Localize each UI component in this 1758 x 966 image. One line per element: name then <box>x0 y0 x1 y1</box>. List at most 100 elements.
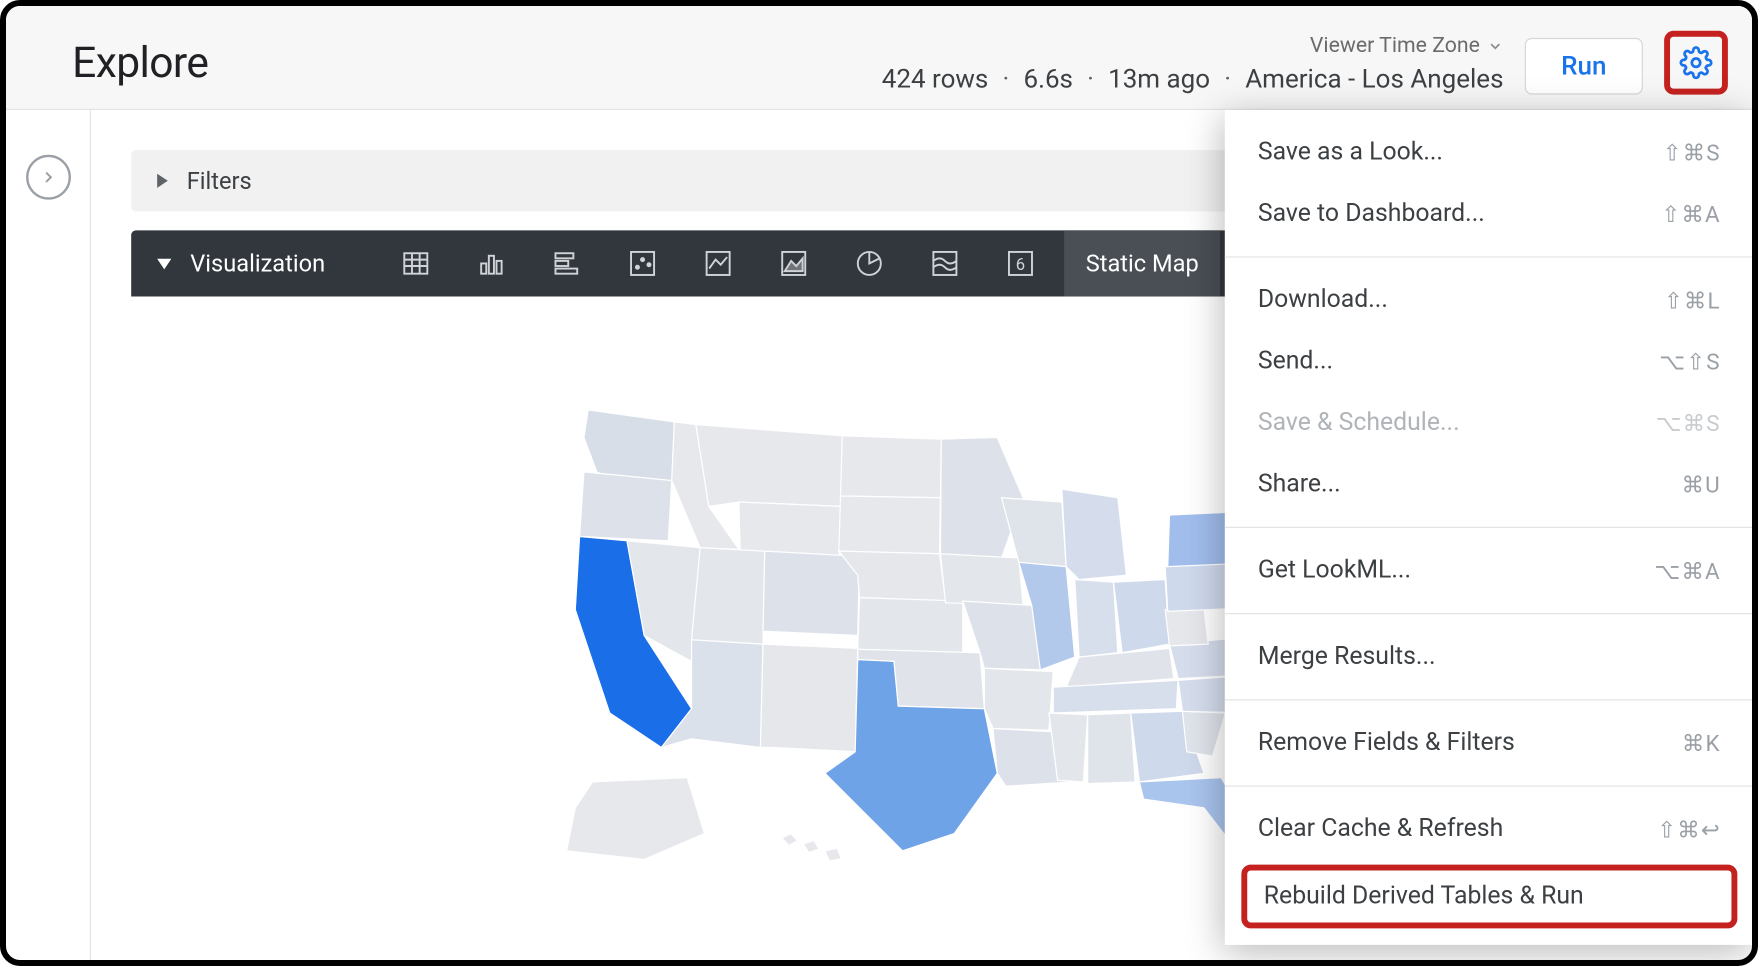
menu-item-shortcut: ⇧⌘L <box>1664 286 1721 313</box>
menu-item-label: Clear Cache & Refresh <box>1258 815 1503 843</box>
query-location: America - Los Angeles <box>1245 65 1503 95</box>
caret-down-icon <box>157 258 171 269</box>
state-oregon <box>580 472 672 541</box>
area-chart-icon <box>779 248 810 279</box>
caret-right-icon <box>157 174 168 188</box>
left-rail <box>6 110 91 963</box>
viz-selected-label: Static Map <box>1086 249 1199 277</box>
menu-item-shortcut: ⌘U <box>1681 471 1720 498</box>
chevron-right-icon <box>38 168 57 187</box>
viz-type-scatter[interactable] <box>611 230 675 296</box>
state-arkansas <box>984 669 1053 731</box>
state-south-carolina <box>1182 712 1225 757</box>
viz-type-area[interactable] <box>762 230 826 296</box>
menu-item-label: Get LookML... <box>1258 556 1411 584</box>
state-north-dakota <box>841 436 942 498</box>
expand-rail-button[interactable] <box>25 155 70 200</box>
header-meta: Viewer Time Zone 424 rows 6.6s 13m ago A… <box>882 33 1504 94</box>
state-iowa <box>940 554 1023 606</box>
menu-item-save-schedule: Save & Schedule... ⌥⌘S <box>1225 392 1754 453</box>
menu-item-merge-results[interactable]: Merge Results... <box>1225 626 1754 687</box>
menu-item-rebuild-derived-tables-run[interactable]: Rebuild Derived Tables & Run <box>1241 865 1737 929</box>
visualization-section-header[interactable]: Visualization <box>157 249 325 277</box>
menu-separator <box>1225 785 1754 786</box>
single-value-icon: 6 <box>1005 248 1036 279</box>
state-kansas <box>858 598 963 653</box>
menu-item-label: Save & Schedule... <box>1258 409 1460 437</box>
viz-type-selected-tab[interactable]: Static Map <box>1064 230 1220 296</box>
filters-label: Filters <box>187 167 252 195</box>
state-new-mexico <box>760 644 857 752</box>
menu-item-shortcut: ⌥⇧S <box>1659 348 1721 375</box>
state-minnesota <box>940 438 1023 559</box>
state-alaska <box>567 778 705 860</box>
state-ohio <box>1114 580 1170 653</box>
state-west-virginia <box>1165 608 1208 646</box>
menu-item-save-as-a-look[interactable]: Save as a Look... ⇧⌘S <box>1225 122 1754 183</box>
state-alabama <box>1088 713 1135 784</box>
menu-item-shortcut: ⌘K <box>1682 729 1721 756</box>
menu-item-share[interactable]: Share... ⌘U <box>1225 454 1754 515</box>
run-button-label: Run <box>1561 51 1606 81</box>
menu-item-shortcut: ⇧⌘↩ <box>1657 816 1721 843</box>
chevron-down-icon <box>1487 37 1504 54</box>
page-title: Explore <box>72 38 208 95</box>
state-colorado <box>763 551 859 635</box>
menu-item-label: Download... <box>1258 286 1388 314</box>
menu-item-label: Share... <box>1258 470 1341 498</box>
line-chart-icon <box>703 248 734 279</box>
gear-icon <box>1679 46 1712 79</box>
run-button[interactable]: Run <box>1525 38 1643 95</box>
menu-item-label: Rebuild Derived Tables & Run <box>1264 882 1584 910</box>
menu-item-remove-fields-filters[interactable]: Remove Fields & Filters ⌘K <box>1225 712 1754 773</box>
menu-item-label: Send... <box>1258 347 1333 375</box>
timezone-selector[interactable]: Viewer Time Zone <box>1310 33 1504 58</box>
table-icon <box>401 248 432 279</box>
viz-type-line[interactable] <box>687 230 751 296</box>
viz-type-single-value[interactable]: 6 <box>989 230 1053 296</box>
menu-item-save-to-dashboard[interactable]: Save to Dashboard... ⇧⌘A <box>1225 183 1754 244</box>
settings-gear-button[interactable] <box>1664 31 1728 95</box>
map-icon <box>930 248 961 279</box>
main-content: Filters Visualization <box>91 110 1754 963</box>
viz-type-column[interactable] <box>460 230 524 296</box>
usa-choropleth <box>515 369 1342 886</box>
timezone-label: Viewer Time Zone <box>1310 33 1480 58</box>
visualization-label: Visualization <box>190 249 325 277</box>
menu-item-get-lookml[interactable]: Get LookML...⌥⌘A <box>1225 540 1754 601</box>
menu-item-label: Merge Results... <box>1258 643 1436 671</box>
state-wisconsin <box>1002 498 1067 567</box>
state-utah <box>692 548 765 644</box>
viz-type-map[interactable] <box>913 230 977 296</box>
bar-chart-icon <box>552 248 583 279</box>
query-duration: 6.6s <box>1023 65 1072 95</box>
menu-item-shortcut: ⇧⌘S <box>1663 139 1721 166</box>
state-south-dakota <box>839 496 941 554</box>
menu-separator <box>1225 527 1754 528</box>
state-hawaii <box>782 834 841 862</box>
viz-type-pie[interactable] <box>838 230 902 296</box>
menu-separator <box>1225 256 1754 257</box>
menu-item-download[interactable]: Download... ⇧⌘L <box>1225 269 1754 330</box>
viz-type-bar[interactable] <box>535 230 599 296</box>
menu-separator <box>1225 613 1754 614</box>
state-montana <box>696 425 842 507</box>
menu-separator <box>1225 699 1754 700</box>
settings-menu: Save as a Look... ⇧⌘S Save to Dashboard...… <box>1225 110 1754 945</box>
menu-item-label: Save to Dashboard... <box>1258 200 1485 228</box>
row-count: 424 rows <box>882 65 989 95</box>
query-age: 13m ago <box>1108 65 1210 95</box>
pie-chart-icon <box>854 248 885 279</box>
state-indiana <box>1075 580 1118 658</box>
svg-text:6: 6 <box>1016 256 1025 275</box>
menu-item-label: Remove Fields & Filters <box>1258 729 1515 757</box>
menu-item-clear-cache-refresh[interactable]: Clear Cache & Refresh ⇧⌘↩ <box>1225 798 1754 859</box>
column-chart-icon <box>476 248 507 279</box>
menu-item-shortcut: ⌥⌘S <box>1656 409 1721 436</box>
menu-item-shortcut: ⇧⌘A <box>1661 200 1720 227</box>
scatter-icon <box>627 248 658 279</box>
viz-type-table[interactable] <box>384 230 448 296</box>
menu-item-send[interactable]: Send... ⌥⇧S <box>1225 331 1754 392</box>
state-michigan <box>1062 489 1127 579</box>
menu-item-label: Save as a Look... <box>1258 138 1443 166</box>
